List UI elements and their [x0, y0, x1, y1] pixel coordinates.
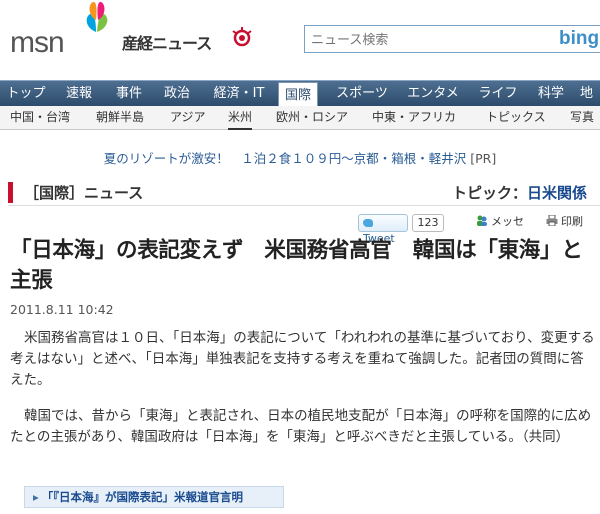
pr-text[interactable]: 夏のリゾートが激安！ １泊２食１０９円～京都・箱根・軽井沢	[104, 151, 467, 166]
print-button[interactable]: 印刷	[546, 214, 583, 230]
article-date: 2011.8.11 10:42	[10, 302, 114, 317]
subnav-item-china-taiwan[interactable]: 中国・台湾	[10, 106, 70, 130]
nav-item-top[interactable]: トップ	[0, 81, 52, 107]
nav-item-international[interactable]: 国際	[278, 82, 318, 108]
pr-tag: [PR]	[470, 151, 497, 166]
nav-item-incidents[interactable]: 事件	[108, 81, 150, 107]
printer-icon	[546, 215, 558, 226]
nav-item-economy[interactable]: 経済・IT	[206, 81, 272, 107]
sankei-logo-text[interactable]: 産経ニュース	[122, 30, 212, 54]
nav-item-entertainment[interactable]: エンタメ	[402, 81, 464, 107]
subnav-item-mideast-africa[interactable]: 中東・アフリカ	[372, 106, 456, 130]
nav-item-sports[interactable]: スポーツ	[326, 81, 398, 107]
related-article-label: 「『日本海』が国際表記」米報道官言明	[41, 490, 244, 504]
section-title: ［国際］ニュース	[24, 184, 144, 202]
subnav-item-europe-russia[interactable]: 欧州・ロシア	[276, 106, 348, 130]
subnav-item-americas[interactable]: 米州	[228, 106, 253, 130]
arrow-bullet-icon: ▸	[33, 490, 39, 504]
section-header: ［国際］ニュース トピック：日米関係	[8, 180, 600, 206]
search-box: bing	[304, 25, 600, 53]
subnav-item-korea[interactable]: 朝鮮半島	[96, 106, 144, 130]
article-paragraph: 韓国では、昔から「東海」と表記され、日本の植民地支配が「日本海」の呼称を国際的に…	[10, 408, 592, 445]
nav-item-life[interactable]: ライフ	[472, 81, 524, 107]
msn-logo-text: msn	[10, 26, 65, 59]
subnav-item-photos[interactable]: 写真	[570, 106, 594, 130]
topic-link[interactable]: 日米関係	[527, 184, 587, 202]
subnav-item-asia[interactable]: アジア	[170, 106, 206, 130]
pr-banner[interactable]: 夏のリゾートが激安！ １泊２食１０９円～京都・箱根・軽井沢 [PR]	[0, 148, 600, 167]
messenger-share-button[interactable]: メッセ	[476, 214, 524, 230]
news-search-input[interactable]	[311, 31, 541, 49]
bing-search-button[interactable]: bing	[559, 28, 599, 50]
related-article-link[interactable]: ▸ 「『日本海』が国際表記」米報道官言明	[24, 486, 284, 508]
sankei-logo-icon	[232, 27, 252, 47]
secondary-nav: 中国・台湾 朝鮮半島 アジア 米州 欧州・ロシア 中東・アフリカ トピックス 写…	[0, 106, 600, 130]
msn-butterfly-icon	[86, 1, 108, 32]
topic-prefix: トピック：	[452, 184, 528, 202]
msn-logo[interactable]: msn	[10, 8, 65, 59]
subnav-item-topics[interactable]: トピックス	[486, 106, 546, 130]
section-accent-bar	[8, 182, 13, 203]
article-headline: 「日本海」の表記変えず 米国務省高官 韓国は「東海」と主張	[10, 238, 583, 293]
nav-item-science[interactable]: 科学	[530, 81, 572, 107]
nav-item-region[interactable]: 地	[580, 81, 600, 107]
nav-item-breaking[interactable]: 速報	[58, 81, 100, 107]
topic-label: トピック：日米関係	[452, 182, 587, 203]
twitter-bird-icon	[363, 219, 373, 227]
messenger-label: メッセ	[491, 215, 524, 228]
tweet-button[interactable]: Tweet	[358, 214, 408, 245]
print-label: 印刷	[561, 215, 583, 228]
tweet-count[interactable]: 123	[412, 214, 444, 232]
nav-item-politics[interactable]: 政治	[156, 81, 198, 107]
site-header: msn 産経ニュース bing	[0, 0, 600, 80]
primary-nav: トップ 速報 事件 政治 経済・IT 国際 スポーツ エンタメ ライフ 科学 地	[0, 80, 600, 108]
messenger-icon	[477, 215, 487, 226]
article-paragraph: 米国務省高官は１０日、「日本海」の表記について「われわれの基準に基づいており、変…	[10, 330, 595, 388]
